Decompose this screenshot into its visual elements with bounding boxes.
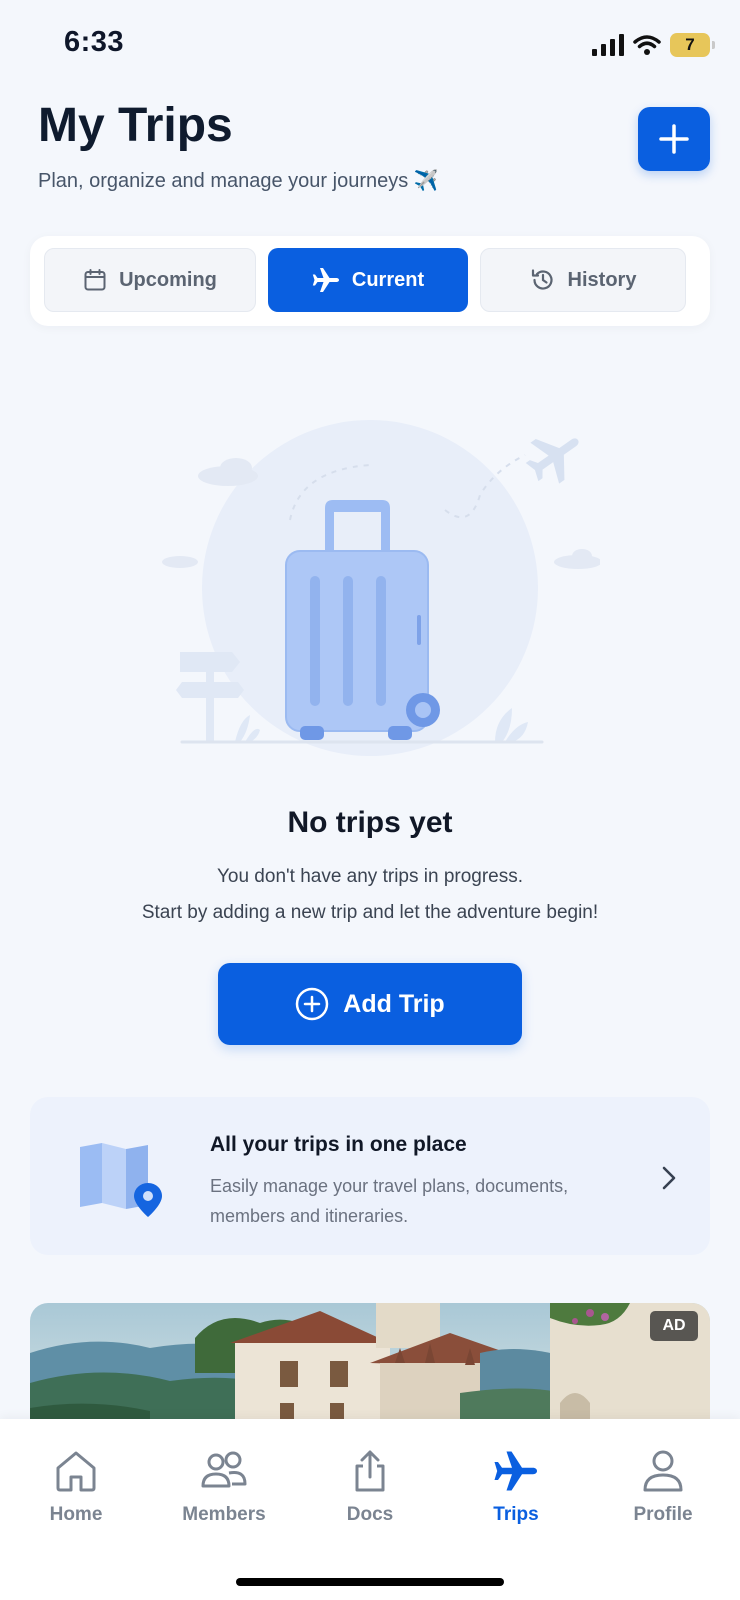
ad-badge: AD: [650, 1311, 698, 1341]
nav-item-home[interactable]: Home: [16, 1448, 136, 1526]
nav-item-profile[interactable]: Profile: [603, 1448, 723, 1526]
battery-level: 7: [685, 35, 695, 54]
info-card-title: All your trips in one place: [210, 1133, 467, 1156]
airplane-icon: [494, 1451, 537, 1491]
profile-icon: [643, 1450, 683, 1492]
nav-label-members: Members: [182, 1504, 266, 1525]
add-trip-button-label: Add Trip: [343, 989, 445, 1018]
nav-label-profile: Profile: [633, 1504, 693, 1525]
nav-item-members[interactable]: Members: [164, 1448, 284, 1526]
nav-label-docs: Docs: [346, 1504, 394, 1525]
page-subtitle: Plan, organize and manage your journeys …: [38, 170, 439, 192]
wifi-icon: [633, 35, 661, 55]
info-card-description: Easily manage your travel plans, documen…: [210, 1176, 569, 1226]
ad-image: [30, 1303, 710, 1433]
tab-upcoming-label: Upcoming: [119, 268, 217, 291]
page-title: My Trips: [38, 99, 233, 152]
signpost: [176, 652, 244, 743]
empty-suitcase-illustration: [162, 420, 600, 756]
plus-icon: [659, 124, 689, 154]
share-upload-icon: [355, 1450, 385, 1492]
home-indicator: [236, 1578, 504, 1586]
empty-state-line-2: Start by adding a new trip and let the a…: [141, 902, 599, 923]
tab-current[interactable]: Current: [268, 248, 468, 312]
nav-item-docs[interactable]: Docs: [310, 1448, 430, 1526]
plus-circle-icon: [296, 987, 329, 1021]
chevron-right-icon[interactable]: [660, 1165, 678, 1191]
add-trip-button[interactable]: Add Trip: [218, 963, 522, 1045]
map-pin-icon: [80, 1143, 162, 1217]
status-icons: 7: [592, 30, 715, 60]
history-icon: [531, 269, 553, 290]
airplane-icon: [312, 268, 339, 292]
ad-banner[interactable]: [30, 1303, 710, 1433]
nav-label-trips: Trips: [493, 1504, 539, 1525]
nav-label-home: Home: [49, 1504, 103, 1525]
tab-current-label: Current: [351, 268, 425, 291]
empty-state-line-1: You don't have any trips in progress.: [216, 866, 524, 887]
members-icon: [201, 1451, 247, 1488]
nav-item-trips[interactable]: Trips: [456, 1448, 576, 1526]
battery-indicator: 7: [670, 33, 715, 57]
calendar-icon: [84, 269, 106, 291]
tab-upcoming[interactable]: Upcoming: [44, 248, 256, 312]
add-trip-header-button[interactable]: [638, 107, 710, 171]
tab-history[interactable]: History: [480, 248, 686, 312]
home-icon: [56, 1451, 96, 1492]
empty-state-title: No trips yet: [287, 806, 453, 839]
decor-airplane-icon: [525, 438, 579, 484]
tab-history-label: History: [567, 268, 637, 291]
status-time: 6:33: [64, 26, 125, 58]
signal-icon: [592, 34, 624, 56]
